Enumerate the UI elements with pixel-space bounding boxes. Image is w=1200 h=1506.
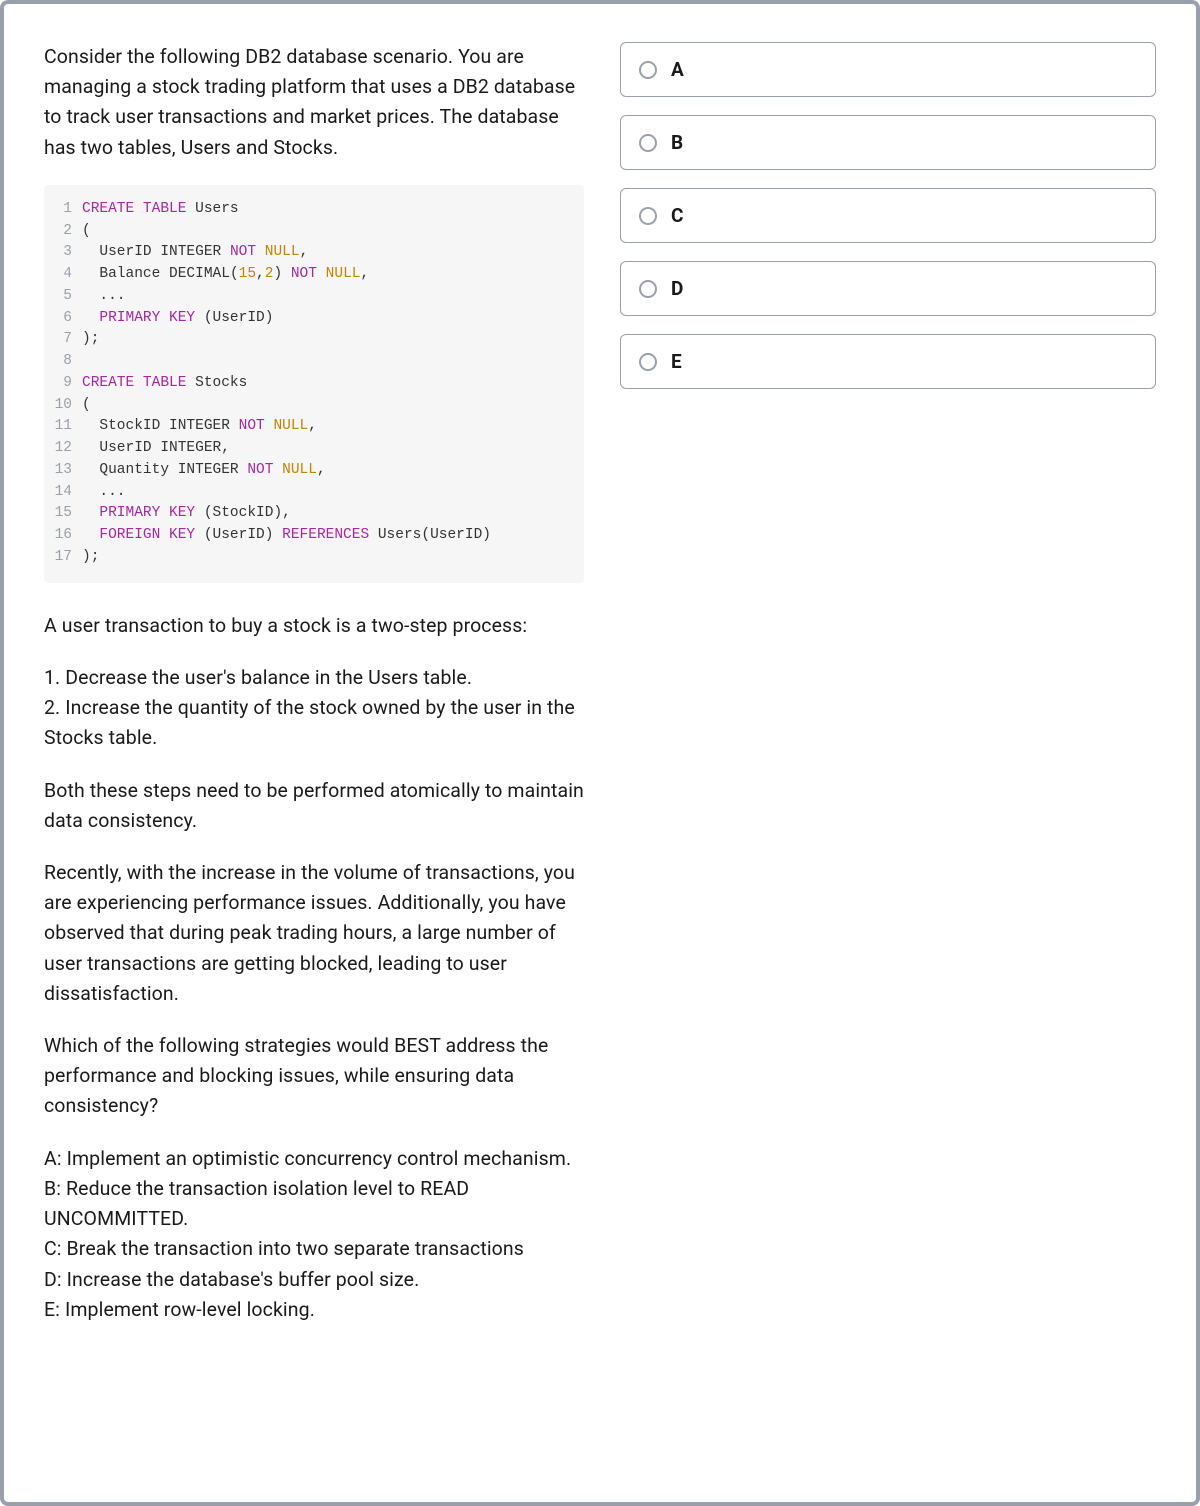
code-text: PRIMARY KEY (StockID), bbox=[82, 503, 291, 525]
code-text: ( bbox=[82, 221, 91, 243]
line-number: 9 bbox=[54, 373, 82, 395]
line-number: 16 bbox=[54, 525, 82, 547]
code-text: UserID INTEGER, bbox=[82, 438, 230, 460]
code-line: 17); bbox=[54, 547, 566, 569]
line-number: 13 bbox=[54, 460, 82, 482]
radio-icon bbox=[639, 280, 657, 298]
question-container: Consider the following DB2 database scen… bbox=[0, 0, 1200, 1506]
radio-icon bbox=[639, 207, 657, 225]
answer-option-a[interactable]: A bbox=[620, 42, 1156, 97]
option-label: D bbox=[671, 277, 683, 300]
code-line: 5 ... bbox=[54, 286, 566, 308]
code-text: Balance DECIMAL(15,2) NOT NULL, bbox=[82, 264, 369, 286]
radio-icon bbox=[639, 61, 657, 79]
line-number: 3 bbox=[54, 242, 82, 264]
code-text: CREATE TABLE Users bbox=[82, 199, 239, 221]
code-line: 8 bbox=[54, 351, 566, 373]
radio-icon bbox=[639, 134, 657, 152]
line-number: 14 bbox=[54, 482, 82, 504]
question-steps: 1. Decrease the user's balance in the Us… bbox=[44, 663, 584, 754]
question-choices-text: A: Implement an optimistic concurrency c… bbox=[44, 1144, 584, 1325]
code-line: 11 StockID INTEGER NOT NULL, bbox=[54, 416, 566, 438]
answer-option-d[interactable]: D bbox=[620, 261, 1156, 316]
line-number: 11 bbox=[54, 416, 82, 438]
radio-icon bbox=[639, 353, 657, 371]
option-label: A bbox=[671, 58, 684, 81]
line-number: 6 bbox=[54, 308, 82, 330]
line-number: 8 bbox=[54, 351, 82, 373]
question-after-code: A user transaction to buy a stock is a t… bbox=[44, 611, 584, 641]
question-ask: Which of the following strategies would … bbox=[44, 1031, 584, 1122]
question-body: Consider the following DB2 database scen… bbox=[44, 42, 584, 1464]
code-line: 9CREATE TABLE Stocks bbox=[54, 373, 566, 395]
code-text: FOREIGN KEY (UserID) REFERENCES Users(Us… bbox=[82, 525, 491, 547]
question-atomic: Both these steps need to be performed at… bbox=[44, 776, 584, 836]
code-text: PRIMARY KEY (UserID) bbox=[82, 308, 273, 330]
question-problem: Recently, with the increase in the volum… bbox=[44, 858, 584, 1009]
code-line: 12 UserID INTEGER, bbox=[54, 438, 566, 460]
line-number: 4 bbox=[54, 264, 82, 286]
code-text: ); bbox=[82, 547, 99, 569]
question-intro: Consider the following DB2 database scen… bbox=[44, 42, 584, 163]
option-label: C bbox=[671, 204, 683, 227]
code-line: 1CREATE TABLE Users bbox=[54, 199, 566, 221]
answer-options: A B C D E bbox=[620, 42, 1156, 1464]
line-number: 2 bbox=[54, 221, 82, 243]
code-line: 3 UserID INTEGER NOT NULL, bbox=[54, 242, 566, 264]
line-number: 15 bbox=[54, 503, 82, 525]
answer-option-c[interactable]: C bbox=[620, 188, 1156, 243]
code-line: 10( bbox=[54, 395, 566, 417]
code-line: 6 PRIMARY KEY (UserID) bbox=[54, 308, 566, 330]
code-text: ... bbox=[82, 286, 126, 308]
code-text: UserID INTEGER NOT NULL, bbox=[82, 242, 308, 264]
answer-option-b[interactable]: B bbox=[620, 115, 1156, 170]
code-text: ); bbox=[82, 329, 99, 351]
sql-code-block: 1CREATE TABLE Users2(3 UserID INTEGER NO… bbox=[44, 185, 584, 583]
line-number: 17 bbox=[54, 547, 82, 569]
line-number: 10 bbox=[54, 395, 82, 417]
code-text: ... bbox=[82, 482, 126, 504]
line-number: 12 bbox=[54, 438, 82, 460]
code-line: 16 FOREIGN KEY (UserID) REFERENCES Users… bbox=[54, 525, 566, 547]
line-number: 1 bbox=[54, 199, 82, 221]
code-line: 13 Quantity INTEGER NOT NULL, bbox=[54, 460, 566, 482]
code-text: StockID INTEGER NOT NULL, bbox=[82, 416, 317, 438]
code-text: CREATE TABLE Stocks bbox=[82, 373, 247, 395]
line-number: 7 bbox=[54, 329, 82, 351]
code-text: Quantity INTEGER NOT NULL, bbox=[82, 460, 326, 482]
code-line: 7); bbox=[54, 329, 566, 351]
code-line: 2( bbox=[54, 221, 566, 243]
code-text: ( bbox=[82, 395, 91, 417]
code-line: 15 PRIMARY KEY (StockID), bbox=[54, 503, 566, 525]
line-number: 5 bbox=[54, 286, 82, 308]
answer-option-e[interactable]: E bbox=[620, 334, 1156, 389]
option-label: B bbox=[671, 131, 683, 154]
option-label: E bbox=[671, 350, 682, 373]
code-line: 4 Balance DECIMAL(15,2) NOT NULL, bbox=[54, 264, 566, 286]
code-line: 14 ... bbox=[54, 482, 566, 504]
